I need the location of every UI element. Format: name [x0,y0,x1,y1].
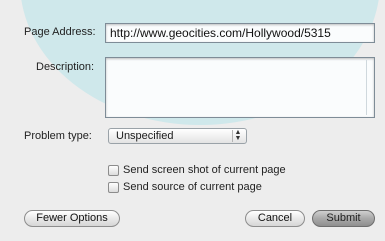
problem-type-label: Problem type: [24,130,92,142]
problem-type-select[interactable]: Unspecified ▲ ▼ [108,128,247,144]
description-textarea[interactable] [105,57,375,118]
fewer-options-button[interactable]: Fewer Options [24,210,120,227]
description-label: Description: [36,61,95,73]
problem-type-value: Unspecified [116,130,174,142]
report-problem-dialog: Page Address: http://www.geocities.com/H… [0,0,385,241]
send-source-checkbox[interactable] [108,182,119,193]
description-scrollbar[interactable] [366,60,373,115]
send-source-label: Send source of current page [123,181,262,193]
up-down-arrows-icon: ▲ ▼ [232,129,243,142]
submit-button[interactable]: Submit [312,210,375,227]
send-screenshot-checkbox[interactable] [108,165,119,176]
cancel-button[interactable]: Cancel [245,210,305,227]
send-screenshot-label: Send screen shot of current page [123,164,286,176]
page-address-label: Page Address: [24,26,96,38]
page-address-field[interactable]: http://www.geocities.com/Hollywood/5315 [105,23,375,43]
